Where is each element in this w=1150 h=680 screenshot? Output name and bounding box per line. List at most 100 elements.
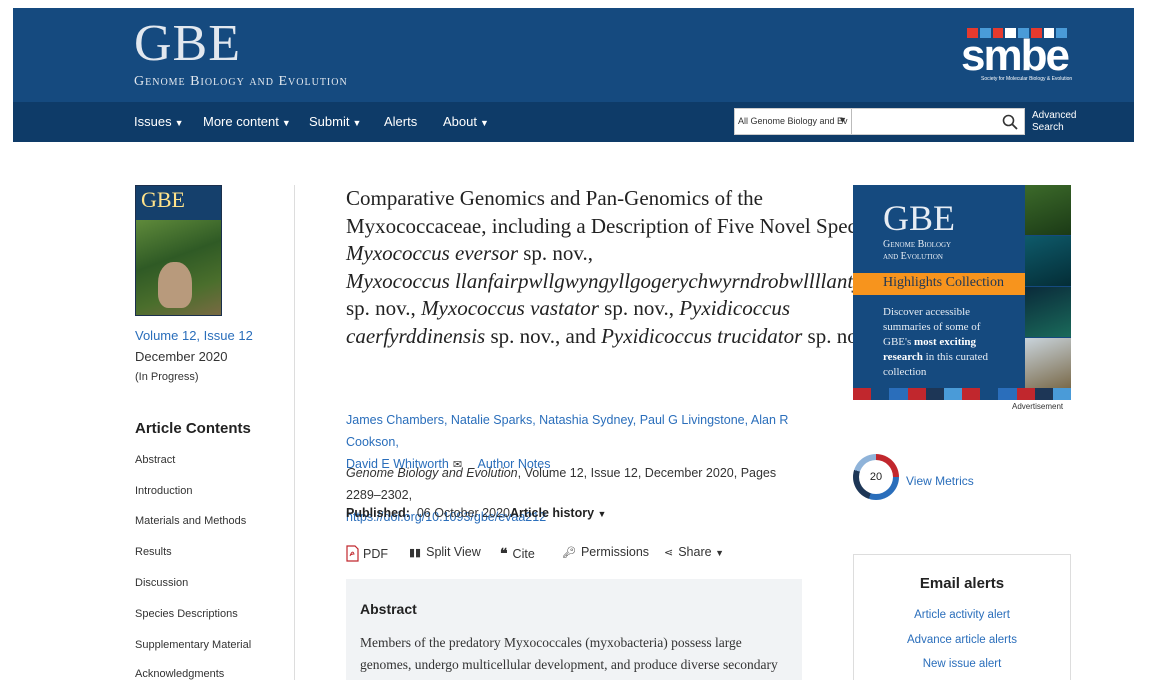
ad-subtitle-line-1: Genome Biology [883,239,952,250]
quote-icon: ❝ [500,545,508,561]
search-bar: All Genome Biology and Ev ▼ [734,108,1025,135]
contents-item-abstract[interactable]: Abstract [135,454,175,466]
contents-item-methods[interactable]: Materials and Methods [135,515,246,527]
advanced-search-line-2: Search [1032,122,1064,133]
nav-alerts[interactable]: Alerts [384,114,417,129]
title-part: sp. nov., [346,296,422,320]
email-alerts-heading: Email alerts [919,575,1005,592]
search-icon[interactable] [1002,114,1018,130]
article-history-dropdown[interactable]: Article history ▼ [510,506,606,520]
ad-color-strip [853,388,1071,400]
pdf-button[interactable]: PDF [346,545,388,562]
author-link[interactable]: Natashia Sydney [539,413,633,427]
ad-strip-segment [871,388,890,400]
author-link[interactable]: James Chambers [346,413,444,427]
view-metrics-link[interactable]: View Metrics [906,474,974,488]
ad-photo-lizard [1025,236,1071,286]
site-header: GBE Genome Biology and Evolution smbe So… [13,8,1134,142]
nav-more-content[interactable]: More content ▼ [203,114,291,129]
ad-subtitle-line-2: and Evolution [883,251,943,262]
nav-about[interactable]: About ▼ [443,114,489,129]
chevron-down-icon: ▼ [174,118,184,128]
ad-strip-segment [1052,388,1071,400]
column-divider [294,185,295,680]
search-scope-value: All Genome Biology and Ev [738,116,848,126]
advance-article-alerts-link[interactable]: Advance article alerts [854,634,1070,646]
advanced-search-line-1: Advanced [1032,110,1077,121]
ad-strip-segment [853,388,872,400]
nav-issues-label: Issues [134,114,172,129]
pdf-label: PDF [363,547,388,561]
contents-item-acknowledgments[interactable]: Acknowledgments [135,668,224,680]
share-button[interactable]: ⋖ Share ▼ [664,545,724,559]
search-scope-select[interactable]: All Genome Biology and Ev ▼ [735,109,852,134]
title-part: sp. nov., [518,241,594,265]
cite-button[interactable]: ❝ Cite [500,545,535,562]
chevron-down-icon: ▼ [715,548,724,558]
article-history-label: Article history [510,506,595,520]
logo-subtitle: Genome Biology and Evolution [134,74,348,89]
published-label: Published: [346,506,410,520]
title-part-italic: Myxococcus vastator [421,296,599,320]
altmetric-badge[interactable]: 20 [853,454,899,500]
ad-strip-segment [980,388,999,400]
share-icon: ⋖ [664,547,674,559]
published-info: Published: 06 October 2020 [346,506,510,520]
ad-logo: GBE [883,198,955,238]
abstract-heading: Abstract [360,601,417,617]
chevron-down-icon: ▼ [352,118,362,128]
article-title: Comparative Genomics and Pan-Genomics of… [346,185,1024,350]
email-alerts-panel: Email alerts Article activity alert Adva… [853,554,1071,680]
title-part: Comparative Genomics and Pan-Genomics of… [346,186,886,238]
author-link[interactable]: Paul G Livingstone [640,413,745,427]
search-input[interactable] [853,109,993,134]
abstract-section: Abstract Members of the predatory Myxoco… [346,579,802,680]
highlights-advertisement[interactable]: GBE Genome Biology and Evolution Highlig… [853,185,1071,400]
ad-strip-segment [962,388,981,400]
main-nav: Issues ▼ More content ▼ Submit ▼ Alerts Abo… [13,102,1134,142]
ad-photo-column [1025,185,1071,388]
issue-volume-link[interactable]: Volume 12, Issue 12 [135,328,253,343]
ad-highlights-banner: Highlights Collection [853,273,1025,295]
contents-item-species[interactable]: Species Descriptions [135,608,238,620]
contents-item-discussion[interactable]: Discussion [135,577,188,589]
nav-more-content-label: More content [203,114,279,129]
ad-strip-segment [998,388,1017,400]
published-date: 06 October 2020 [416,506,510,520]
permissions-button[interactable]: 🔑︎ Permissions [562,545,649,559]
ad-strip-segment [1034,388,1053,400]
chevron-down-icon: ▼ [479,118,489,128]
issue-cover-image[interactable]: GBE [135,185,222,316]
new-issue-alert-link[interactable]: New issue alert [854,658,1070,670]
nav-submit[interactable]: Submit ▼ [309,114,361,129]
issue-status: (In Progress) [135,371,199,383]
nav-about-label: About [443,114,477,129]
share-label: Share [678,545,712,559]
title-part: sp. nov., [598,296,680,320]
chevron-down-icon: ▼ [597,509,607,519]
chevron-down-icon: ▼ [838,115,847,125]
smbe-tagline: Society for Molecular Biology & Evolutio… [981,76,1073,82]
cover-photo [136,220,221,315]
nav-issues[interactable]: Issues ▼ [134,114,184,129]
gbe-logo[interactable]: GBE Genome Biology and Evolution [134,18,348,90]
author-link[interactable]: Natalie Sparks [451,413,532,427]
logo-title: GBE [134,15,241,72]
contents-item-results[interactable]: Results [135,546,172,558]
nav-submit-label: Submit [309,114,350,129]
ad-body-text: Discover accessible summaries of some of… [883,305,1003,380]
advanced-search-link[interactable]: Advanced Search [1032,110,1076,134]
article-activity-alert-link[interactable]: Article activity alert [854,609,1070,621]
key-icon: 🔑︎ [562,547,576,559]
smbe-logo[interactable]: smbe Society for Molecular Biology & Evo… [961,28,1073,84]
journal-name: Genome Biology and Evolution [346,466,518,480]
ad-subtitle: Genome Biology and Evolution [883,239,951,263]
contents-item-supplementary[interactable]: Supplementary Material [135,639,251,651]
split-view-button[interactable]: ▮▮ Split View [409,545,481,559]
chevron-down-icon: ▼ [281,118,291,128]
smbe-wordmark: smbe [961,31,1070,80]
contents-item-introduction[interactable]: Introduction [135,485,192,497]
advertisement-label: Advertisement [1012,402,1064,411]
title-part: sp. nov., and [485,323,602,348]
nav-alerts-label: Alerts [384,114,418,129]
